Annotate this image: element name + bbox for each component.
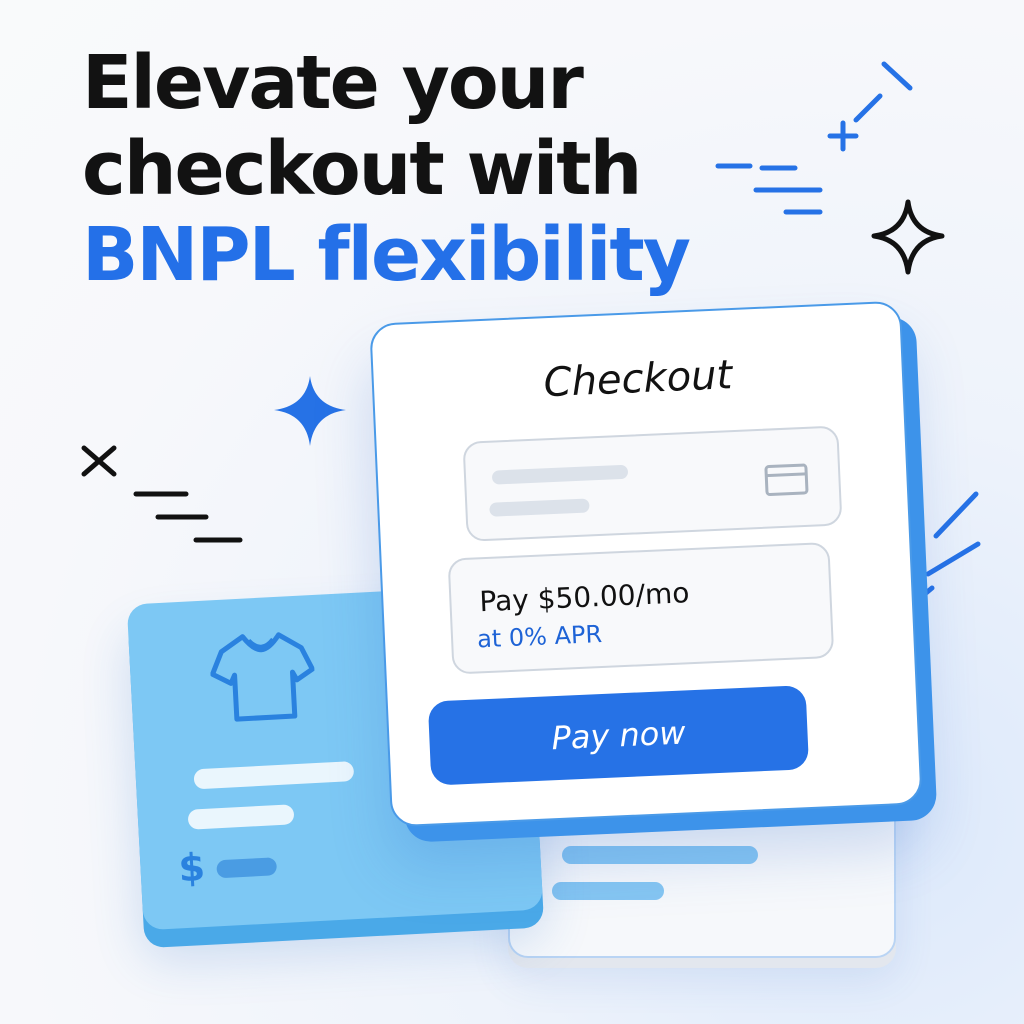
currency-symbol: $ — [177, 844, 207, 891]
price-bar — [216, 857, 278, 879]
credit-card-icon — [764, 463, 809, 497]
summary-line-1 — [562, 846, 758, 864]
tshirt-icon — [210, 632, 315, 722]
bnpl-plan-option[interactable]: Pay $50.00/mo at 0% APR — [447, 541, 835, 675]
plus-icon — [827, 120, 859, 152]
sparkle-icon — [871, 199, 945, 275]
product-name-bar — [193, 761, 355, 790]
speed-lines-top-right — [715, 61, 913, 215]
checkout-title: Checkout — [542, 352, 734, 407]
card-field-line-1 — [491, 464, 629, 485]
pay-now-button[interactable]: Pay now — [427, 685, 810, 786]
close-x-icon — [81, 445, 117, 477]
blue-sparkle-icon — [274, 376, 346, 446]
product-desc-bar — [187, 804, 295, 830]
speed-lines-left — [133, 491, 243, 543]
card-number-field[interactable] — [462, 425, 843, 542]
checkout-card: Checkout Pay $50.00/mo at 0% APR Pay now — [369, 300, 923, 828]
summary-line-2 — [552, 882, 664, 900]
plan-apr: at 0% APR — [476, 619, 603, 654]
plan-amount: Pay $50.00/mo — [478, 576, 691, 619]
card-field-line-2 — [489, 498, 590, 517]
